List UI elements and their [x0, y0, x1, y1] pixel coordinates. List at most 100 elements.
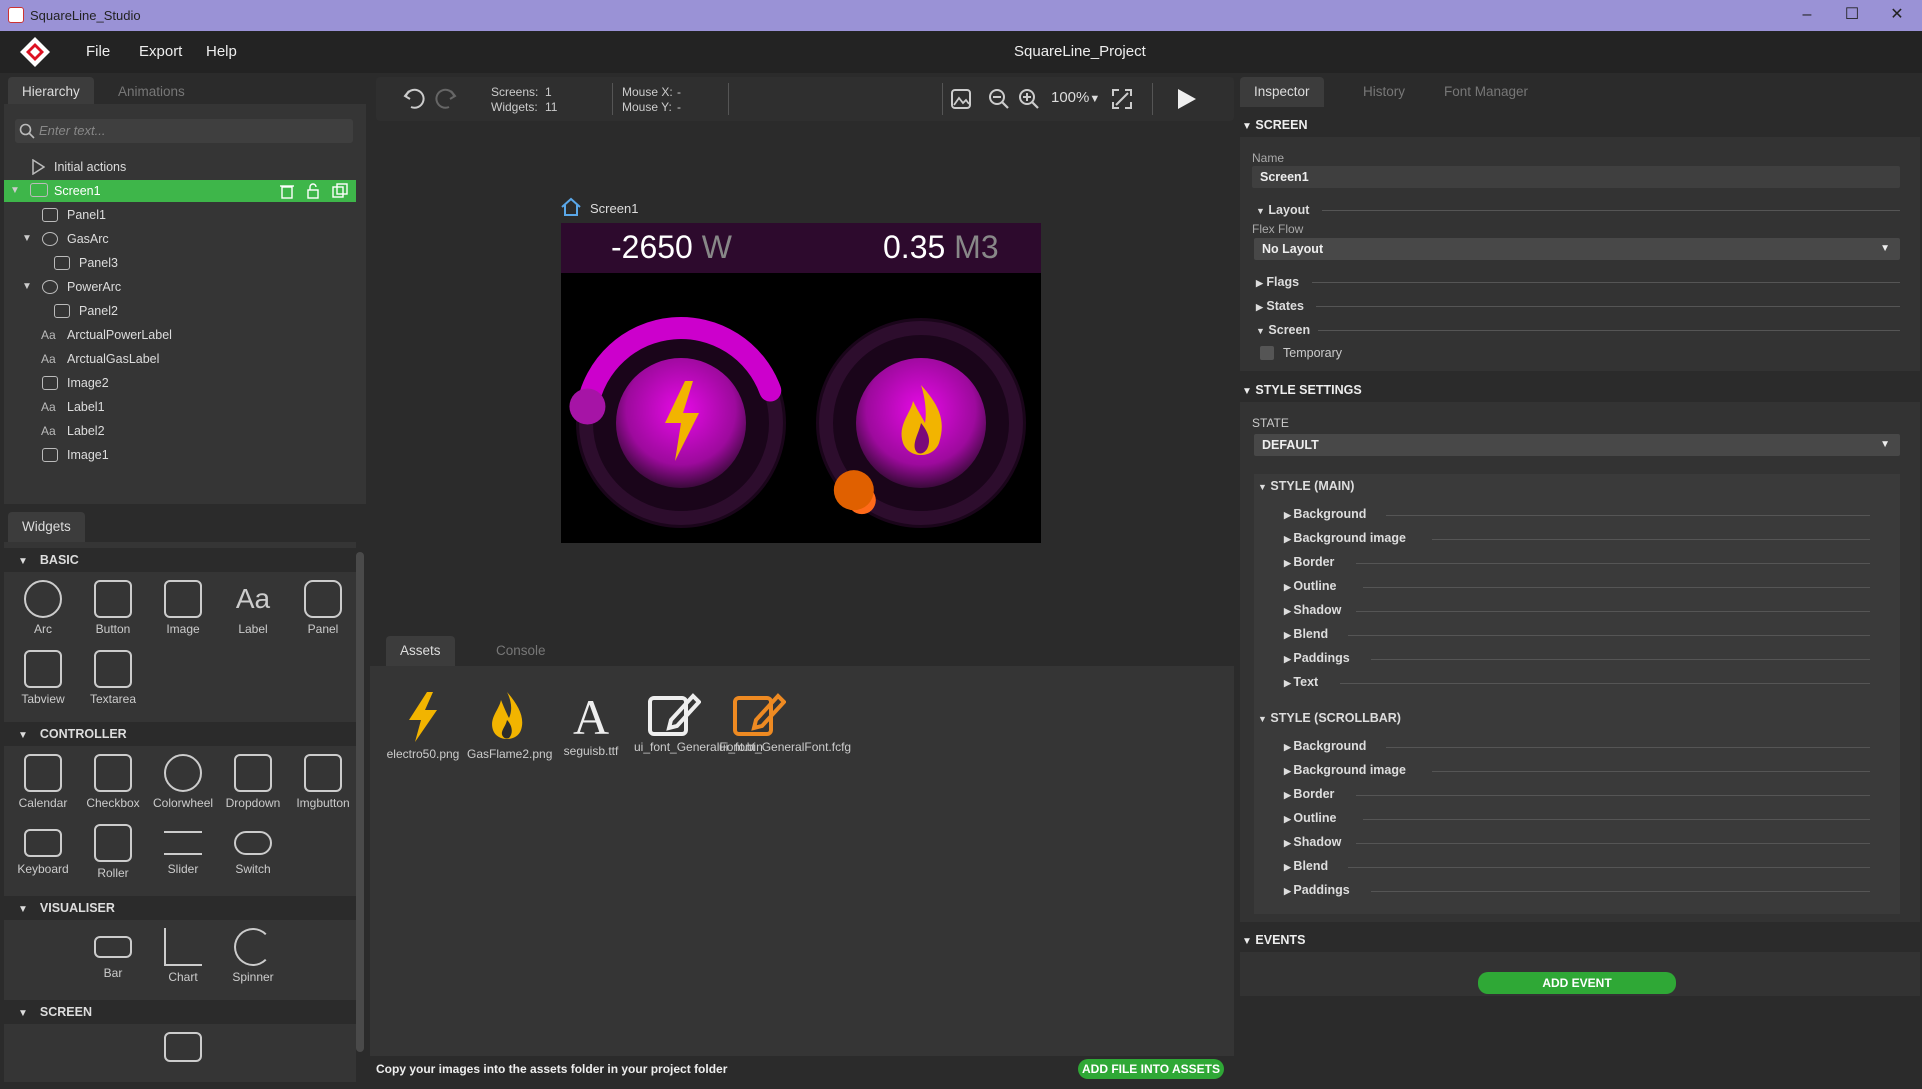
hierarchy-search-input[interactable]: Enter text... [15, 119, 353, 143]
widget-tabview[interactable]: Tabview [13, 650, 73, 706]
widget-bar[interactable]: Bar [83, 928, 143, 980]
collapse-arrow-icon[interactable]: ▼ [22, 276, 32, 298]
flex-flow-select[interactable]: No Layout ▼ [1254, 238, 1900, 260]
flags-subsection[interactable]: ▶ Flags [1256, 275, 1299, 289]
tree-item-image1[interactable]: Image1 [4, 444, 356, 466]
menu-file[interactable]: File [86, 43, 110, 60]
tree-item-label1[interactable]: Aa Label1 [4, 396, 356, 418]
widget-roller[interactable]: Roller [83, 824, 143, 880]
widget-textarea[interactable]: Textarea [83, 650, 143, 706]
add-file-into-assets-button[interactable]: ADD FILE INTO ASSETS [1078, 1059, 1224, 1079]
asset-file[interactable]: GasFlame2.png [467, 690, 552, 761]
fit-screen-icon[interactable] [1111, 88, 1133, 110]
widget-checkbox[interactable]: Checkbox [83, 754, 143, 810]
undo-icon[interactable] [403, 87, 427, 111]
style-prop-background[interactable]: ▶ Background [1284, 739, 1366, 753]
widget-panel[interactable]: Panel [293, 580, 353, 636]
style-prop-border[interactable]: ▶ Border [1284, 555, 1334, 569]
widget-chart[interactable]: Chart [153, 928, 213, 984]
style-prop-background[interactable]: ▶ Background [1284, 507, 1366, 521]
widget-arc[interactable]: Arc [13, 580, 73, 636]
widget-imgbutton[interactable]: Imgbutton [293, 754, 353, 810]
style-prop-shadow[interactable]: ▶ Shadow [1284, 835, 1341, 849]
style-prop-shadow[interactable]: ▶ Shadow [1284, 603, 1341, 617]
tab-hierarchy[interactable]: Hierarchy [8, 77, 94, 107]
gas-value-label[interactable]: 0.35 M3 [883, 229, 999, 266]
menu-help[interactable]: Help [206, 43, 237, 60]
style-prop-paddings[interactable]: ▶ Paddings [1284, 883, 1350, 897]
tree-item-label2[interactable]: Aa Label2 [4, 420, 356, 442]
maximize-button[interactable]: ☐ [1837, 4, 1867, 26]
style-prop-paddings[interactable]: ▶ Paddings [1284, 651, 1350, 665]
section-screen-header[interactable]: ▼ SCREEN [1240, 113, 1920, 137]
style-prop-blend[interactable]: ▶ Blend [1284, 627, 1328, 641]
section-screen[interactable]: ▼ SCREEN [4, 1000, 356, 1024]
menu-export[interactable]: Export [139, 43, 182, 60]
asset-file[interactable]: ui_font_GeneralFont.bin [634, 690, 763, 754]
collapse-arrow-icon[interactable]: ▼ [22, 228, 32, 250]
state-select[interactable]: DEFAULT ▼ [1254, 434, 1900, 456]
tree-item-panel3[interactable]: Panel3 [4, 252, 356, 274]
asset-file[interactable]: electro50.png [383, 690, 463, 761]
asset-file[interactable]: A seguisb.ttf [551, 690, 631, 758]
trash-icon[interactable] [280, 183, 294, 199]
tab-inspector[interactable]: Inspector [1240, 77, 1324, 107]
tree-item-panel2[interactable]: Panel2 [4, 300, 356, 322]
style-prop-outline[interactable]: ▶ Outline [1284, 811, 1336, 825]
tree-item-arctualpowerlabel[interactable]: Aa ArctualPowerLabel [4, 324, 356, 346]
redo-icon[interactable] [433, 87, 457, 111]
tree-item-initial-actions[interactable]: Initial actions [4, 156, 356, 178]
collapse-arrow-icon[interactable]: ▼ [10, 180, 20, 202]
tab-console[interactable]: Console [482, 636, 560, 666]
widget-button[interactable]: Button [83, 580, 143, 636]
section-basic[interactable]: ▼ BASIC [4, 548, 356, 572]
power-value-label[interactable]: -2650 W [611, 229, 732, 266]
widget-slider[interactable]: Slider [153, 824, 213, 876]
widget-keyboard[interactable]: Keyboard [13, 824, 73, 876]
style-prop-background-image[interactable]: ▶ Background image [1284, 763, 1406, 777]
states-subsection[interactable]: ▶ States [1256, 299, 1304, 313]
widget-label[interactable]: Aa Label [223, 580, 283, 636]
tree-item-powerarc[interactable]: ▼ PowerArc [4, 276, 356, 298]
section-visualiser[interactable]: ▼ VISUALISER [4, 896, 356, 920]
widget-dropdown[interactable]: Dropdown [223, 754, 283, 810]
gas-arc-knob[interactable] [833, 470, 874, 511]
style-prop-border[interactable]: ▶ Border [1284, 787, 1334, 801]
widget-calendar[interactable]: Calendar [13, 754, 73, 810]
zoom-in-icon[interactable] [1018, 88, 1040, 110]
style-prop-outline[interactable]: ▶ Outline [1284, 579, 1336, 593]
tree-item-image2[interactable]: Image2 [4, 372, 356, 394]
style-main-subsection[interactable]: ▼ STYLE (MAIN) [1258, 479, 1354, 493]
tab-font-manager[interactable]: Font Manager [1430, 77, 1542, 107]
tab-widgets[interactable]: Widgets [8, 512, 85, 542]
tab-animations[interactable]: Animations [104, 77, 199, 107]
zoom-select[interactable]: 100%▼ [1051, 89, 1100, 106]
add-event-button[interactable]: ADD EVENT [1478, 972, 1676, 994]
section-events-header[interactable]: ▼ EVENTS [1240, 928, 1920, 952]
screen-subsection[interactable]: ▼ Screen [1256, 323, 1310, 337]
background-image-icon[interactable] [950, 88, 972, 110]
section-style-settings-header[interactable]: ▼ STYLE SETTINGS [1240, 378, 1920, 402]
tab-history[interactable]: History [1349, 77, 1419, 107]
widget-colorwheel[interactable]: Colorwheel [153, 754, 213, 810]
style-prop-text[interactable]: ▶ Text [1284, 675, 1318, 689]
lock-icon[interactable] [306, 183, 320, 199]
style-prop-blend[interactable]: ▶ Blend [1284, 859, 1328, 873]
section-controller[interactable]: ▼ CONTROLLER [4, 722, 356, 746]
style-prop-background-image[interactable]: ▶ Background image [1284, 531, 1406, 545]
widget-switch[interactable]: Switch [223, 824, 283, 876]
tab-assets[interactable]: Assets [386, 636, 455, 666]
widgets-scrollbar[interactable] [356, 552, 364, 1052]
widget-screen[interactable] [153, 1032, 213, 1062]
tree-item-screen1[interactable]: ▼ Screen1 [4, 180, 356, 202]
gas-arc[interactable] [816, 318, 1026, 528]
tree-item-arctualgaslabel[interactable]: Aa ArctualGasLabel [4, 348, 356, 370]
name-input[interactable]: Screen1 [1252, 166, 1900, 188]
close-button[interactable]: ✕ [1882, 4, 1912, 26]
zoom-out-icon[interactable] [988, 88, 1010, 110]
style-scrollbar-subsection[interactable]: ▼ STYLE (SCROLLBAR) [1258, 711, 1401, 725]
temporary-checkbox[interactable] [1260, 346, 1274, 360]
screen-preview[interactable]: -2650 W 0.35 M3 [561, 223, 1041, 543]
layout-subsection[interactable]: ▼ Layout [1256, 203, 1309, 217]
asset-file[interactable]: ui_font_GeneralFont.fcfg [719, 690, 851, 754]
